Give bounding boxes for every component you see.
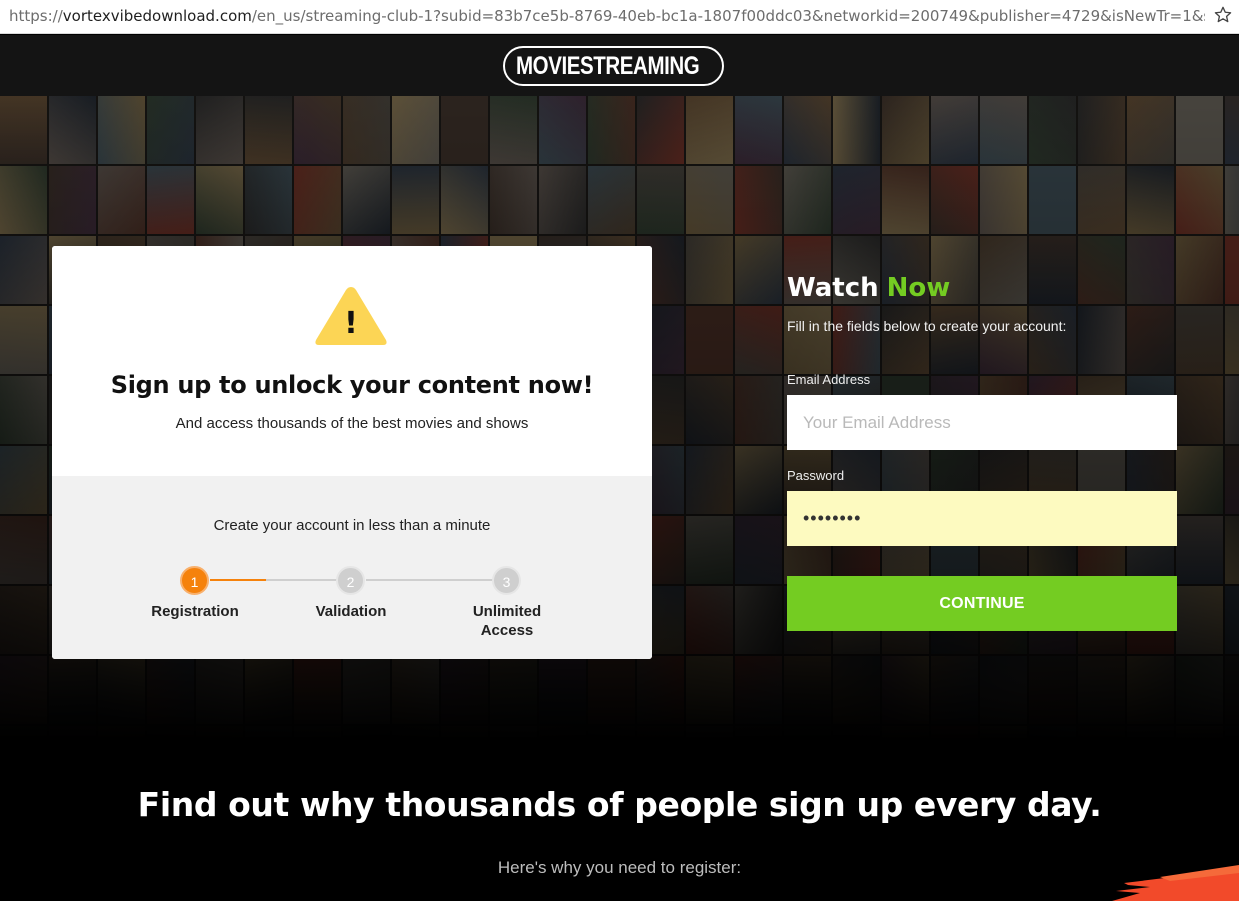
email-label: Email Address	[787, 372, 871, 387]
step-progress-line	[366, 579, 494, 581]
url-host: vortexvibedownload.com	[62, 7, 252, 25]
warning-glyph: !	[344, 306, 358, 341]
warning-triangle-icon: !	[315, 287, 387, 345]
email-field[interactable]	[787, 395, 1177, 450]
logo-text: MOVIESTREAMING	[516, 51, 700, 80]
signup-info-card: ! Sign up to unlock your content now! An…	[52, 246, 652, 659]
step-1-label: Registration	[151, 603, 239, 620]
card-top: ! Sign up to unlock your content now! An…	[52, 246, 652, 476]
step-2-dot: 2	[336, 566, 365, 595]
url-scheme: https://	[9, 7, 63, 25]
step-3-dot: 3	[492, 566, 521, 595]
continue-button[interactable]: CONTINUE	[787, 576, 1177, 631]
bottom-title: Find out why thousands of people sign up…	[137, 785, 1102, 824]
step-progress-line-active	[210, 579, 266, 581]
card-title: Sign up to unlock your content now!	[110, 371, 594, 399]
steps-panel: Create your account in less than a minut…	[52, 476, 652, 659]
url-path: /en_us/streaming-club-1?subid=83b7ce5b-8…	[251, 7, 1205, 25]
password-field[interactable]	[787, 491, 1177, 546]
step-2-label: Validation	[315, 603, 387, 620]
heading-now: Now	[886, 273, 951, 303]
url-text[interactable]: https://vortexvibedownload.com/en_us/str…	[9, 7, 1205, 25]
site-logo[interactable]: MOVIESTREAMING	[503, 46, 724, 86]
star-icon[interactable]	[1213, 5, 1233, 25]
browser-url-bar[interactable]: https://vortexvibedownload.com/en_us/str…	[0, 0, 1239, 34]
bottom-subtitle: Here's why you need to register:	[497, 858, 742, 877]
steps-title: Create your account in less than a minut…	[213, 517, 491, 534]
heading-watch: Watch	[787, 273, 879, 303]
bottom-section: Find out why thousands of people sign up…	[0, 740, 1239, 901]
form-intro: Fill in the fields below to create your …	[787, 318, 1067, 334]
paint-stroke-decoration	[1112, 865, 1239, 901]
site-header: MOVIESTREAMING	[0, 35, 1239, 96]
form-heading: Watch Now	[787, 273, 950, 303]
step-1-dot: 1	[180, 566, 209, 595]
card-subtitle: And access thousands of the best movies …	[175, 415, 529, 432]
step-3-label: Unlimited Access	[472, 603, 542, 639]
password-label: Password	[787, 468, 845, 483]
